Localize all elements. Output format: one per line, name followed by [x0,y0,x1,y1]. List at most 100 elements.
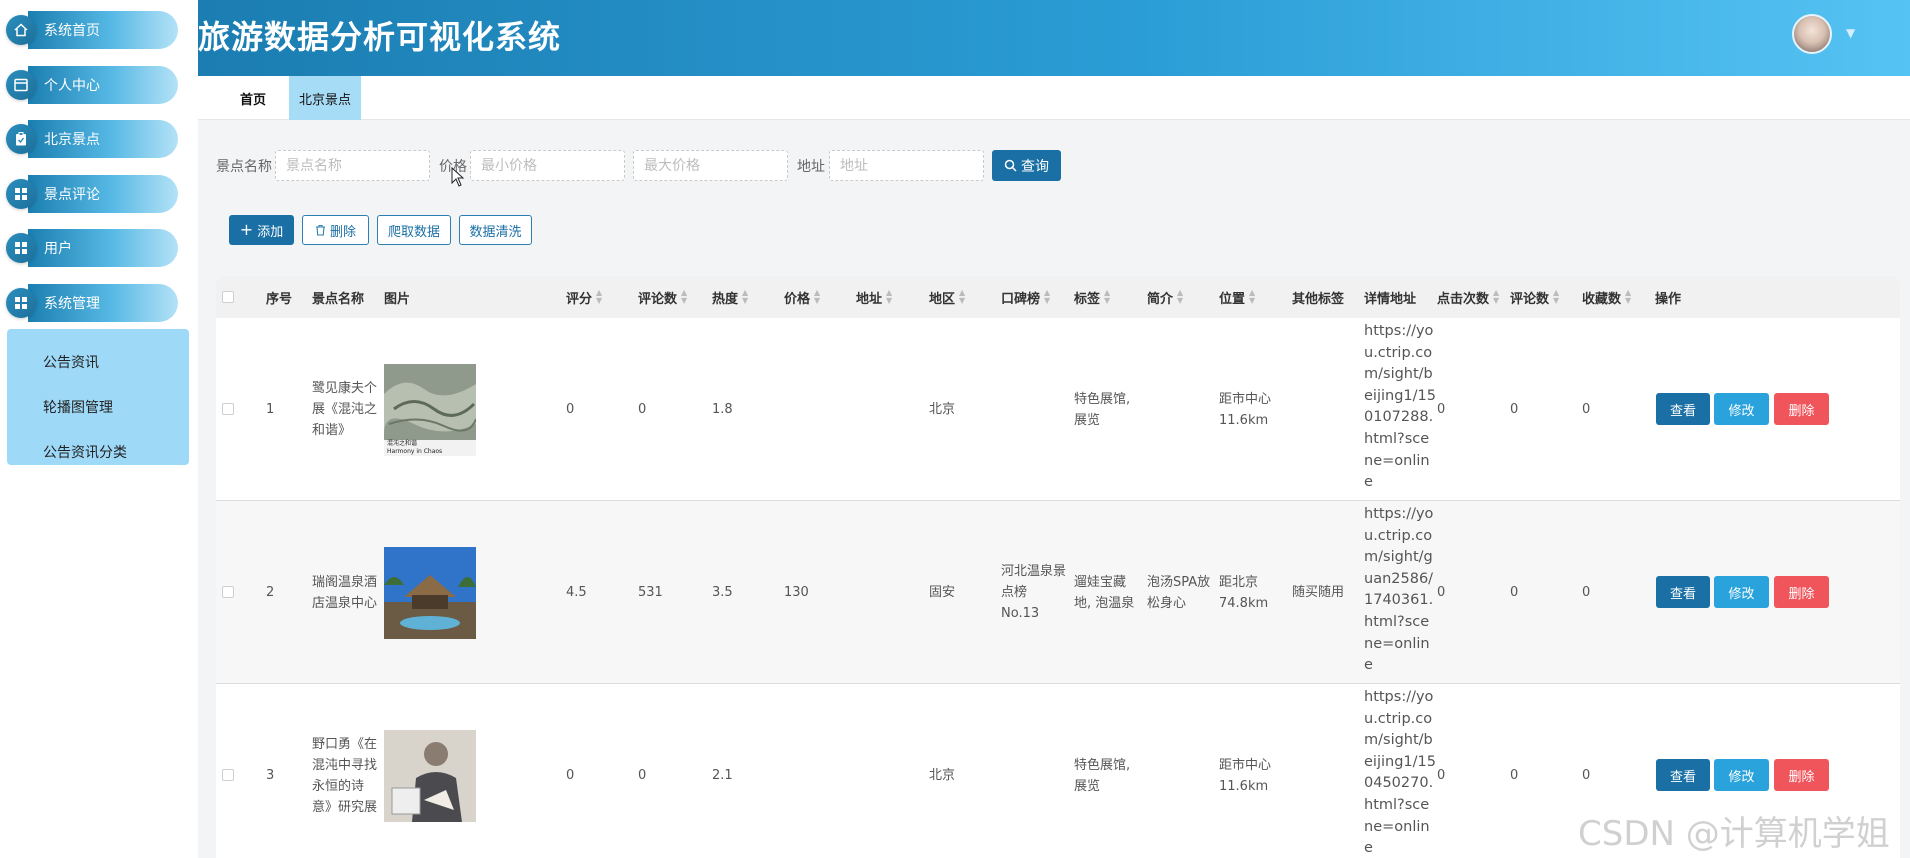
edit-button[interactable]: 修改 [1714,759,1769,791]
cell-clicks: 0 [1437,768,1446,783]
th-favorites[interactable]: 收藏数 ▲ ▼ [1582,276,1631,318]
add-button[interactable]: + 添加 [229,215,294,245]
sort-icon: ▲ ▼ [1493,288,1500,305]
query-label: 查询 [1021,157,1049,174]
cell-intro [1147,684,1213,858]
spot-image[interactable]: 混沌之和谐 Harmony in Chaos [384,364,476,456]
sort-icon: ▲ ▼ [886,288,893,305]
th-clicks[interactable]: 点击次数 ▲ ▼ [1437,276,1499,318]
cell-comments: 0 [1510,585,1519,600]
row-checkbox[interactable] [222,586,234,598]
cell-detail-url: https://you.ctrip.com/sight/guan2586/174… [1364,506,1434,674]
sidebar-item-label: 系统管理 [28,284,178,322]
th-heat[interactable]: 热度 ▲ ▼ [712,276,748,318]
tab-home[interactable]: 首页 [240,76,266,120]
select-all-checkbox[interactable] [222,291,234,303]
sidebar: 系统首页 个人中心 北京景点 景点评论 用户 系统管理 公告资讯 轮播图管理 公… [0,0,198,858]
th-ranking[interactable]: 口碑榜 ▲ ▼ [1001,276,1050,318]
sort-icon: ▲ ▼ [742,288,749,305]
th-comments[interactable]: 评论数 ▲ ▼ [1510,276,1559,318]
submenu-item-carousel[interactable]: 轮播图管理 [7,384,189,429]
th-location[interactable]: 位置 ▲ ▼ [1219,276,1255,318]
view-button[interactable]: 查看 [1656,393,1710,425]
grid-icon [6,233,36,263]
sidebar-item-home[interactable]: 系统首页 [6,10,178,50]
th-rating-label: 评分 [566,291,593,307]
cell-tags: 遛娃宝藏地, 泡温泉 [1074,574,1135,611]
th-price[interactable]: 价格 ▲ ▼ [784,276,820,318]
grid-icon [6,288,36,318]
max-price-input[interactable] [633,150,788,181]
sort-icon: ▲ ▼ [959,288,966,305]
top-header: 旅游数据分析可视化系统 ▼ [198,0,1910,76]
th-intro-label: 简介 [1147,291,1174,307]
th-clicks-label: 点击次数 [1437,291,1490,307]
data-table: 序号 景点名称 图片 评分 ▲ ▼ 评论数 ▲ ▼ 热度 ▲ ▼ 价格 ▲ ▼ 地址 ▲ ▼ 地区 ▲… [216,276,1900,858]
name-label: 景点名称 [216,159,272,175]
tab-beijing-spots[interactable]: 北京景点 [289,76,361,120]
row-checkbox[interactable] [222,403,234,415]
edit-button[interactable]: 修改 [1714,576,1769,608]
address-label: 地址 [797,159,825,175]
avatar[interactable] [1792,14,1832,54]
add-label: 添加 [257,224,284,240]
crawl-data-button[interactable]: 爬取数据 [377,215,451,245]
cell-reviews: 0 [638,768,647,783]
th-other-tags: 其他标签 [1292,291,1345,307]
cell-reviews: 0 [638,402,647,417]
chevron-down-icon[interactable]: ▼ [1846,26,1855,40]
spot-name-input[interactable] [275,150,430,181]
th-location-label: 位置 [1219,291,1246,307]
cell-clicks: 0 [1437,402,1446,417]
cell-index: 1 [266,402,275,417]
spot-image[interactable] [384,730,476,822]
cell-region: 北京 [929,768,956,783]
edit-button[interactable]: 修改 [1714,393,1769,425]
th-region[interactable]: 地区 ▲ ▼ [929,276,965,318]
cell-detail-url: https://you.ctrip.com/sight/beijing1/150… [1364,323,1436,491]
sidebar-item-reviews[interactable]: 景点评论 [6,174,178,214]
cell-tags: 特色展馆,展览 [1074,757,1131,794]
th-heat-label: 热度 [712,291,739,307]
delete-selected-button[interactable]: 删除 [302,215,369,245]
th-price-label: 价格 [784,291,811,307]
address-input[interactable] [829,150,984,181]
delete-button[interactable]: 删除 [1774,759,1829,791]
sidebar-item-label: 北京景点 [28,120,178,158]
submenu-item-announcements[interactable]: 公告资讯 [7,339,189,384]
sidebar-item-label: 系统首页 [28,11,178,49]
th-intro[interactable]: 简介 ▲ ▼ [1147,276,1183,318]
sort-icon: ▲ ▼ [814,288,821,305]
row-checkbox[interactable] [222,769,234,781]
sidebar-item-system[interactable]: 系统管理 [6,283,178,323]
delete-label: 删除 [329,224,356,240]
image-caption: 混沌之和谐 [387,440,418,447]
clean-data-button[interactable]: 数据清洗 [459,215,532,245]
sort-icon: ▲ ▼ [596,288,603,305]
th-address[interactable]: 地址 ▲ ▼ [856,276,892,318]
plus-icon: + [239,220,254,239]
sidebar-item-profile[interactable]: 个人中心 [6,65,178,105]
spot-image[interactable] [384,547,476,639]
th-address-label: 地址 [856,291,883,307]
sidebar-item-beijing-spots[interactable]: 北京景点 [6,119,178,159]
sort-icon: ▲ ▼ [1249,288,1256,305]
sort-icon: ▲ ▼ [681,288,688,305]
query-button[interactable]: 查询 [992,150,1061,181]
view-button[interactable]: 查看 [1656,576,1710,608]
delete-button[interactable]: 删除 [1774,393,1829,425]
sort-icon: ▲ ▼ [1177,288,1184,305]
sidebar-item-users[interactable]: 用户 [6,228,178,268]
th-rating[interactable]: 评分 ▲ ▼ [566,276,602,318]
delete-button[interactable]: 删除 [1774,576,1829,608]
submenu-item-announcement-category[interactable]: 公告资讯分类 [7,429,189,474]
cell-price: 130 [784,585,809,600]
app-title: 旅游数据分析可视化系统 [198,18,562,56]
th-tags[interactable]: 标签 ▲ ▼ [1074,276,1110,318]
min-price-input[interactable] [470,150,625,181]
th-reviews[interactable]: 评论数 ▲ ▼ [638,276,687,318]
cell-location: 距市中心11.6km [1219,391,1272,428]
table-header: 序号 景点名称 图片 评分 ▲ ▼ 评论数 ▲ ▼ 热度 ▲ ▼ 价格 ▲ ▼ 地址 ▲ ▼ 地区 ▲… [216,276,1900,318]
clipboard-icon [6,124,36,154]
view-button[interactable]: 查看 [1656,759,1710,791]
